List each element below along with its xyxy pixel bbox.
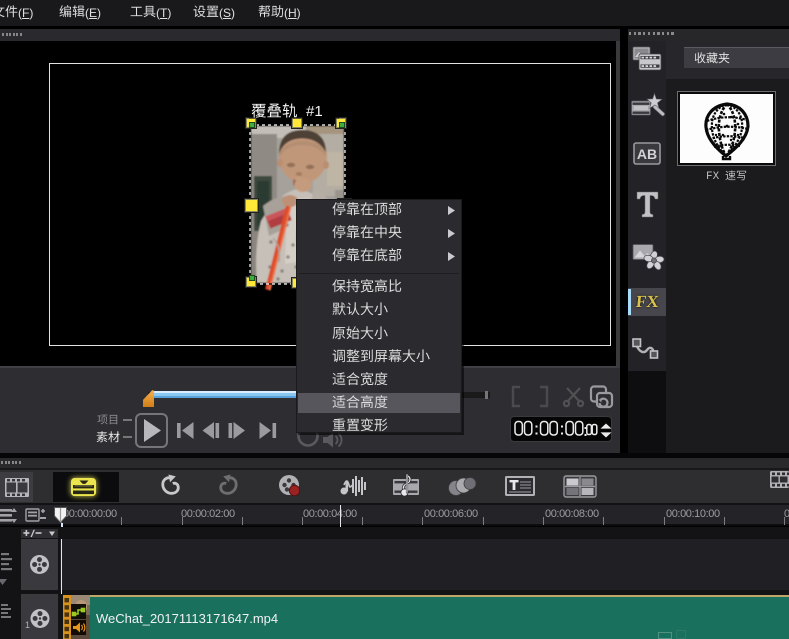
svg-text:AB: AB — [637, 146, 657, 162]
